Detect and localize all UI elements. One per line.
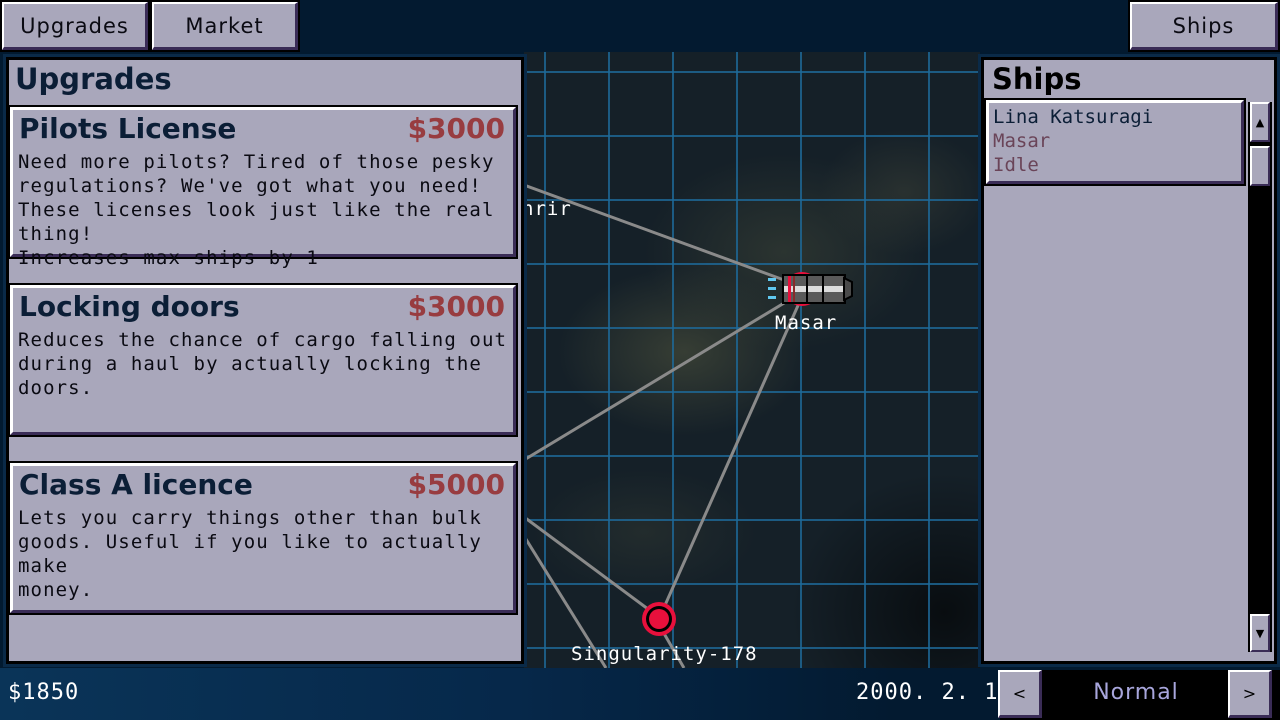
speed-increase-button[interactable]: > xyxy=(1228,670,1272,718)
ships-panel-title: Ships xyxy=(992,62,1082,96)
money-display: $1850 xyxy=(8,680,80,705)
ship-name: Masar xyxy=(993,130,1051,152)
upgrade-item-locking-doors[interactable]: Locking doors $3000 Reduces the chance o… xyxy=(8,283,518,437)
chevron-right-icon: > xyxy=(1242,684,1257,703)
upgrade-item-class-a-licence[interactable]: Class A licence $5000 Lets you carry thi… xyxy=(8,461,518,615)
upgrade-description: Lets you carry things other than bulk go… xyxy=(18,507,482,601)
ship-pilot-name: Lina Katsuragi xyxy=(993,106,1154,128)
upgrade-item-pilots-license[interactable]: Pilots License $3000 Need more pilots? T… xyxy=(8,105,518,269)
chevron-left-icon: < xyxy=(1012,684,1027,703)
speed-label: Normal xyxy=(1093,680,1179,705)
upgrades-tab-button[interactable]: Upgrades xyxy=(0,0,150,52)
scrollbar-thumb[interactable] xyxy=(1250,146,1270,186)
upgrade-price: $3000 xyxy=(407,290,505,323)
star-map[interactable]: Singularity-178 nrir Masar xyxy=(524,52,980,668)
upgrades-panel-title: Upgrades xyxy=(15,62,172,96)
market-tab-button[interactable]: Market xyxy=(150,0,300,52)
ship-icon-masar[interactable] xyxy=(768,272,853,306)
arrow-up-icon: ▲ xyxy=(1255,115,1265,129)
map-grid xyxy=(524,52,980,668)
speed-decrease-button[interactable]: < xyxy=(998,670,1042,718)
ship-status: Idle xyxy=(993,154,1039,176)
upgrade-description: Need more pilots? Tired of those pesky r… xyxy=(18,151,495,269)
ship-list-item[interactable]: Lina Katsuragi Masar Idle xyxy=(984,98,1246,186)
upgrade-price: $5000 xyxy=(407,468,505,501)
ship-label-masar: Masar xyxy=(775,312,837,334)
system-label-singularity-178: Singularity-178 xyxy=(571,643,758,665)
route-line xyxy=(660,291,806,613)
upgrade-name: Pilots License xyxy=(19,112,237,145)
scroll-down-button[interactable]: ▼ xyxy=(1250,614,1270,652)
upgrade-price: $3000 xyxy=(407,112,505,145)
arrow-down-icon: ▼ xyxy=(1255,626,1265,640)
upgrade-name: Locking doors xyxy=(19,290,240,323)
system-node-singularity-178[interactable] xyxy=(642,602,676,636)
route-lines xyxy=(524,183,810,668)
upgrade-name: Class A licence xyxy=(19,468,253,501)
ships-tab-button[interactable]: Ships xyxy=(1128,0,1280,52)
system-label-partial: nrir xyxy=(524,198,572,220)
date-display: 2000. 2. 1 xyxy=(856,680,999,705)
upgrade-description: Reduces the chance of cargo falling out … xyxy=(18,329,508,399)
star-map-canvas: Singularity-178 nrir Masar xyxy=(524,52,980,668)
scroll-up-button[interactable]: ▲ xyxy=(1250,102,1270,142)
